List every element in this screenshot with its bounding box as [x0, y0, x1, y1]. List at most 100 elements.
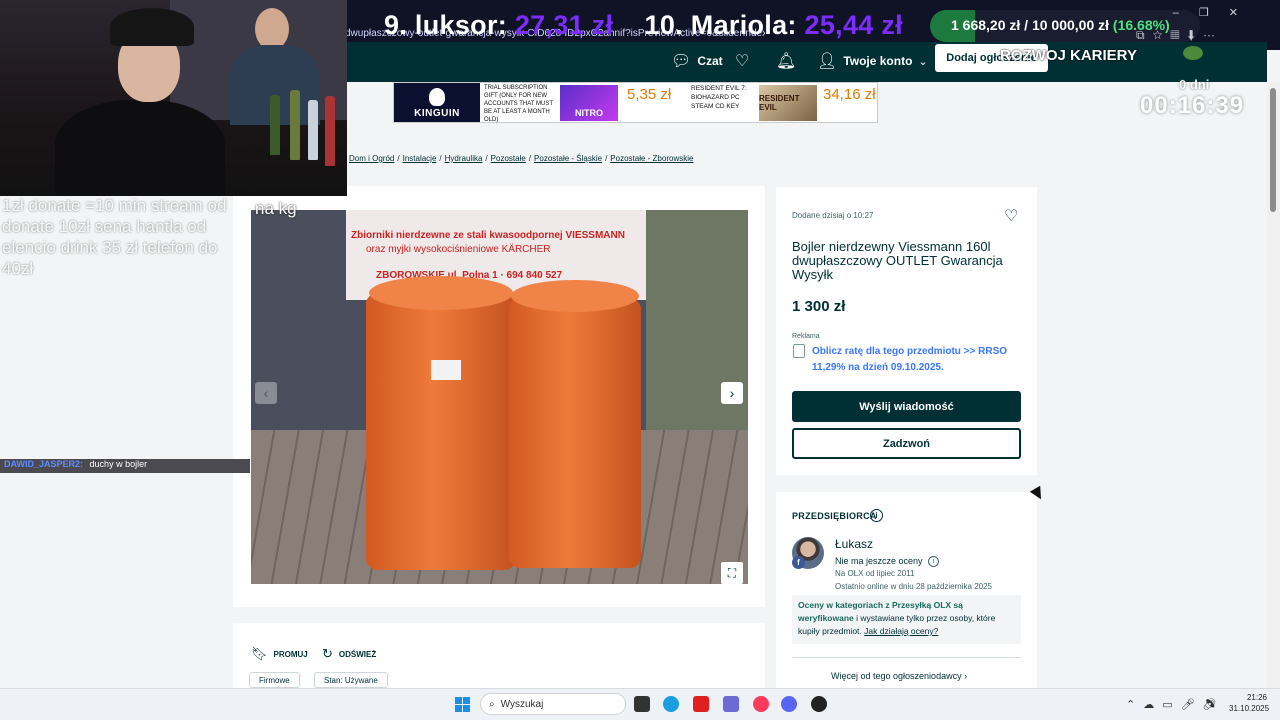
opera-icon[interactable]	[753, 696, 769, 712]
chevron-left-icon: ‹	[263, 385, 269, 401]
favorites-icon[interactable]: ☆	[1153, 28, 1171, 42]
breadcrumb-item[interactable]: Instalacje	[403, 154, 437, 163]
account-menu[interactable]: 👤︎ Twoje konto ⌄	[817, 51, 928, 71]
previous-photo-button[interactable]: ‹	[255, 382, 277, 404]
refresh-label: ODŚWIEŻ	[338, 649, 377, 659]
call-button[interactable]: Zadzwoń	[792, 428, 1021, 459]
ad-product2-text: RESIDENT EVIL 7: BIOHAZARD PC STEAM CD K…	[691, 85, 747, 110]
nitro-image: NITRO	[560, 85, 618, 121]
info-icon[interactable]: i	[870, 509, 883, 522]
taskbar-search-placeholder: Wyszukaj	[500, 698, 544, 710]
bell-icon: 🔔︎	[776, 53, 797, 70]
send-message-button[interactable]: Wyślij wiadomość	[792, 391, 1021, 422]
boiler-label	[431, 360, 461, 380]
system-tray[interactable]: ⌃☁▭🎤︎🔊︎	[1126, 698, 1225, 711]
boiler-tank-left	[366, 280, 516, 570]
ad-product2-price: 34,16 zł	[823, 86, 876, 103]
network-icon[interactable]: ▭	[1162, 699, 1180, 711]
listing-title: Bojler nierdzewny Viessmann 160l dwupłas…	[792, 239, 1003, 282]
restore-icon[interactable]: ❐	[1199, 7, 1229, 19]
windows-start-icon[interactable]	[455, 697, 470, 712]
facebook-icon: f	[792, 556, 805, 569]
listing-added-date: Dodane dzisiaj o 10:27	[792, 211, 874, 220]
breadcrumb-item[interactable]: Pozostałe - Śląskie	[534, 154, 602, 163]
chevron-right-icon: ›	[964, 671, 968, 681]
edge-icon[interactable]	[663, 696, 679, 712]
browser-extensions[interactable]: ⧉☆▦⬇⋯	[1136, 28, 1223, 43]
collections-icon[interactable]: ▦	[1170, 28, 1187, 42]
resident-evil-image: RESIDENT EVIL	[759, 85, 817, 121]
account-label: Twoje konto	[843, 54, 913, 68]
listing-actions-card	[233, 623, 765, 693]
more-ads-label: Więcej od tego ogłoszeniodawcy	[831, 671, 962, 681]
ratings-info-box: Oceny w kategoriach z Przesyłką OLX są w…	[792, 595, 1021, 644]
how-ratings-work-link[interactable]: Jak działają oceny?	[864, 626, 938, 636]
boiler-tank-right	[509, 286, 641, 568]
search-icon: ⌕	[489, 698, 495, 710]
stream-donor-ranking: 9. luksor: 27,31 zł 10. Mariola: 25,44 z…	[384, 10, 903, 41]
breadcrumb: Dom i Ogród / Instalacje / Hydraulika / Pozost…	[349, 154, 694, 163]
stream-days: 0 dni	[1179, 77, 1210, 92]
stream-chat-message: DAWID_JASPER2: duchy w bojler	[0, 459, 250, 473]
obs-icon[interactable]	[811, 696, 827, 712]
minimize-icon[interactable]: –	[1173, 7, 1199, 19]
installment-calc-link[interactable]: Oblicz ratę dla tego przedmiotu >> RRSO …	[812, 344, 1012, 376]
heart-icon: ♡	[735, 53, 750, 70]
seller-last-online: Ostatnio online w dniu 28 października 2…	[835, 582, 992, 591]
more-from-seller-link[interactable]: Więcej od tego ogłoszeniodawcy ›	[831, 671, 967, 681]
favorite-heart-icon[interactable]: ♡	[1004, 206, 1018, 226]
boiler-lid-left	[369, 276, 513, 310]
breadcrumb-item[interactable]: Hydraulika	[445, 154, 483, 163]
promote-button[interactable]: 🔖︎ PROMUJ	[251, 646, 308, 662]
ad-banner[interactable]: KINGUIN TRIAL SUBSCRIPTION GIFT (ONLY FO…	[393, 82, 878, 123]
breadcrumb-item[interactable]: Pozostałe - Zborowskie	[610, 154, 693, 163]
photo-banner-line1: Zbiorniki nierdzewne ze stali kwasoodpor…	[351, 230, 625, 241]
breadcrumb-item[interactable]: Dom i Ogród	[349, 154, 394, 163]
download-icon[interactable]: ⬇	[1188, 28, 1203, 42]
discord-icon[interactable]	[781, 696, 797, 712]
breadcrumb-item[interactable]: Pozostałe	[491, 154, 526, 163]
taskbar-clock[interactable]: 21:26 31.10.2025	[1229, 692, 1269, 714]
career-overlay-text: ROZWOJ KARIERY	[1000, 47, 1137, 64]
task-view-icon[interactable]	[634, 696, 650, 712]
extension-icon[interactable]: ⧉	[1136, 28, 1153, 42]
window-controls[interactable]: –❐✕	[1173, 6, 1258, 19]
tag-business: Firmowe	[249, 672, 300, 688]
chat-username: DAWID_JASPER2:	[4, 459, 84, 469]
listing-price: 1 300 zł	[792, 298, 846, 315]
chevron-right-icon: ›	[729, 385, 735, 401]
next-photo-button[interactable]: ›	[721, 382, 743, 404]
seller-name[interactable]: Łukasz	[835, 537, 873, 551]
youtube-icon[interactable]	[693, 696, 709, 712]
emote-icon	[1183, 46, 1203, 60]
overlay-kg-text: na kg	[255, 199, 297, 218]
goal-target: 10 000,00 zł	[1031, 17, 1110, 33]
chat-link[interactable]: 💬︎ Czat	[671, 51, 723, 71]
slack-icon[interactable]	[723, 696, 739, 712]
scroll-thumb[interactable]	[1270, 88, 1276, 212]
chat-label: Czat	[697, 54, 723, 68]
favorites-link[interactable]: ♡	[735, 51, 749, 71]
clock-time: 21:26	[1246, 693, 1267, 702]
donor-10-name: 10. Mariola:	[644, 10, 797, 40]
chevron-up-icon[interactable]: ⌃	[1126, 699, 1143, 711]
notifications-link[interactable]: 🔔︎	[776, 51, 796, 71]
photo-banner-line2: oraz myjki wysokociśnieniowe KÄRCHER	[366, 244, 551, 255]
donor-10-amount: 25,44 zł	[804, 10, 903, 40]
divider	[792, 657, 1021, 658]
goal-current: 1 668,20 zł	[951, 17, 1021, 33]
close-icon[interactable]: ✕	[1229, 7, 1258, 19]
ad-label: Reklama	[792, 333, 820, 340]
speaker-icon[interactable]: 🔊︎	[1203, 699, 1225, 711]
webcam-overlay	[0, 0, 347, 196]
listing-photo[interactable]: Zbiorniki nierdzewne ze stali kwasoodpor…	[251, 210, 748, 584]
donation-rules-overlay: 1zł donate =10 min stream od donate 10zł…	[2, 196, 227, 278]
more-icon[interactable]: ⋯	[1203, 28, 1223, 42]
cloud-icon[interactable]: ☁	[1143, 699, 1162, 711]
fullscreen-button[interactable]: ⛶	[721, 562, 743, 584]
taskbar-search[interactable]: ⌕ Wyszukaj	[480, 693, 626, 715]
ratings-info-icon[interactable]: i	[928, 556, 939, 567]
refresh-button[interactable]: ↻ ODŚWIEŻ	[322, 646, 376, 662]
microphone-icon[interactable]: 🎤︎	[1181, 699, 1203, 711]
kinguin-logo: KINGUIN	[394, 83, 480, 122]
